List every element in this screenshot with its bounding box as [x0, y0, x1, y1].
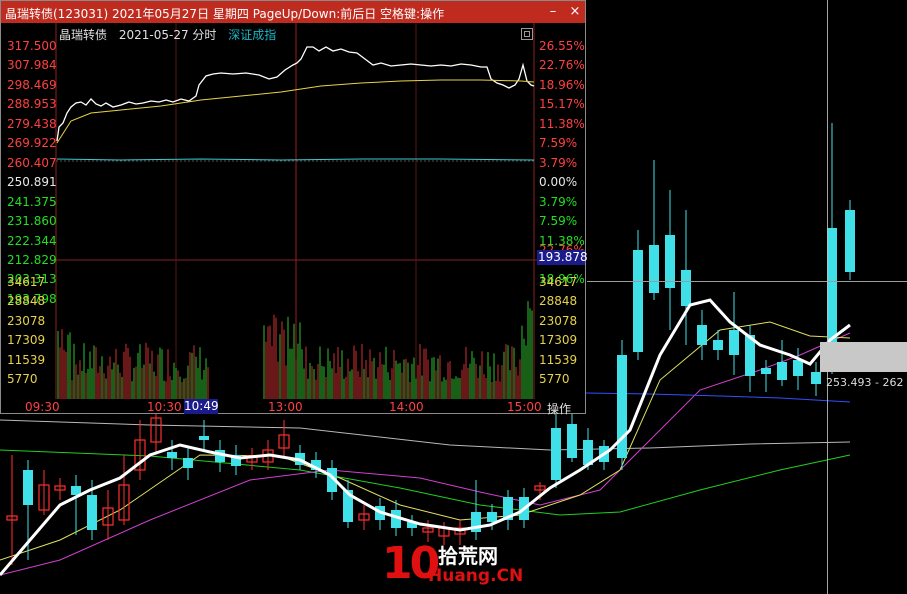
intraday-chart[interactable] — [1, 23, 585, 399]
percent-tick-label: 7.59% — [539, 136, 578, 150]
percent-tick-label: 11.38% — [539, 117, 585, 131]
crosshair-vertical — [827, 0, 828, 594]
candle-body — [777, 362, 787, 380]
candle-body — [167, 452, 177, 458]
price-tick-label: 298.469 — [7, 78, 57, 92]
price-tick-label: 241.375 — [7, 195, 57, 209]
percent-tick-label: 3.79% — [539, 195, 578, 209]
restore-icon[interactable] — [521, 28, 533, 40]
price-tick-label: 222.344 — [7, 234, 57, 248]
volume-tick-label: 11539 — [539, 353, 578, 367]
background-price-label: 253.493 - 262 — [826, 376, 904, 389]
candle-body — [729, 330, 739, 355]
time-label: 09:30 — [25, 400, 60, 414]
price-tick-label: 317.500 — [7, 39, 57, 53]
volume-tick-label: 17309 — [7, 333, 46, 347]
background-price-tag — [820, 342, 907, 372]
candle-body — [551, 428, 561, 480]
percent-tick-label: 0.00% — [539, 175, 578, 189]
price-tick-label: 269.922 — [7, 136, 57, 150]
time-label: 10:30 — [147, 400, 182, 414]
hover-price-tag: 193.878 — [537, 250, 588, 265]
operate-button[interactable]: 操作 — [547, 400, 571, 417]
time-label: 13:00 — [268, 400, 303, 414]
candle-body — [811, 372, 821, 384]
candle-body — [199, 436, 209, 440]
candle-body — [697, 325, 707, 345]
percent-tick-label: 22.76% — [539, 58, 585, 72]
candle-body — [633, 250, 643, 352]
popup-title: 晶瑞转债(123031) 2021年05月27日 星期四 PageUp/Down… — [5, 7, 445, 21]
time-label: 14:00 — [389, 400, 424, 414]
candle-body — [567, 424, 577, 458]
security-name: 晶瑞转债 — [59, 28, 108, 42]
volume-tick-label: 34617 — [539, 275, 578, 289]
price-tick-label: 288.953 — [7, 97, 57, 111]
volume-tick-label: 23078 — [7, 314, 46, 328]
volume-tick-label: 5770 — [7, 372, 38, 386]
price-tick-label: 231.860 — [7, 214, 57, 228]
candle-body — [827, 228, 837, 342]
price-tick-label: 279.438 — [7, 117, 57, 131]
volume-tick-label: 17309 — [539, 333, 578, 347]
percent-tick-label: 18.96% — [539, 78, 585, 92]
crosshair-horizontal — [587, 281, 907, 282]
volume-tick-label: 23078 — [539, 314, 578, 328]
site-watermark-logo: 10 拾荒网 Huang.CN — [382, 538, 524, 589]
volume-tick-label: 28848 — [539, 294, 578, 308]
date-mode: 2021-05-27 分时 — [118, 28, 217, 42]
candle-body — [649, 245, 659, 293]
index-link[interactable]: 深证成指 — [228, 28, 276, 42]
percent-tick-label: 15.17% — [539, 97, 585, 111]
percent-tick-label: 7.59% — [539, 214, 578, 228]
candle-body — [487, 512, 497, 522]
ma-line-gray — [0, 419, 851, 451]
percent-tick-label: 3.79% — [539, 156, 578, 170]
volume-tick-label: 11539 — [7, 353, 46, 367]
volume-tick-label: 34617 — [7, 275, 46, 289]
price-tick-label: 250.891 — [7, 175, 57, 189]
candle-body — [87, 495, 97, 530]
candle-body — [845, 210, 855, 272]
candle-body — [761, 368, 771, 374]
candle-body — [793, 360, 803, 376]
close-button[interactable]: × — [566, 3, 584, 21]
candle-body — [713, 340, 723, 350]
time-label: 15:00 — [507, 400, 542, 414]
minimize-button[interactable]: – — [544, 3, 562, 21]
volume-tick-label: 5770 — [539, 372, 570, 386]
candle-body — [23, 470, 33, 505]
percent-tick-label: 26.55% — [539, 39, 585, 53]
candle-body — [183, 458, 193, 468]
price-tick-label: 212.829 — [7, 253, 57, 267]
time-cursor-tag: 10:49 — [184, 399, 219, 414]
popup-title-bar[interactable]: 晶瑞转债(123031) 2021年05月27日 星期四 PageUp/Down… — [1, 1, 585, 23]
chart-header: 晶瑞转债 2021-05-27 分时 深证成指 — [59, 26, 276, 43]
intraday-popup-window[interactable]: 晶瑞转债(123031) 2021年05月27日 星期四 PageUp/Down… — [0, 0, 588, 417]
candle-body — [681, 270, 691, 306]
price-tick-label: 307.984 — [7, 58, 57, 72]
price-tick-label: 260.407 — [7, 156, 57, 170]
volume-tick-label: 28848 — [7, 294, 46, 308]
time-axis: 09:30 10:30 10:49 13:00 14:00 15:00 操作 — [1, 399, 585, 417]
